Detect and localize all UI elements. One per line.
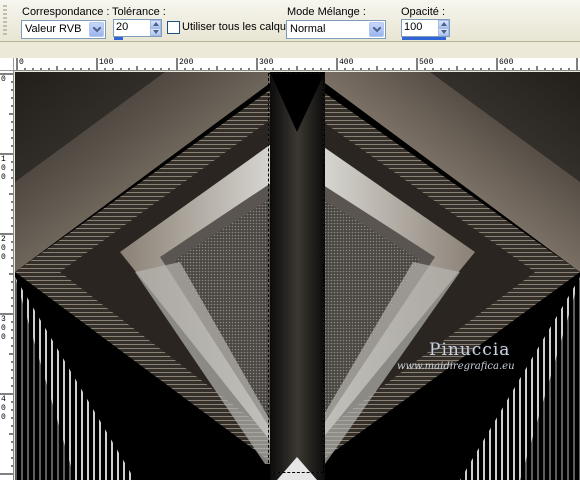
opacity-label: Opacité : — [401, 6, 446, 18]
selection-marquee[interactable] — [268, 73, 324, 473]
ruler-label: 500 — [419, 58, 434, 67]
tolerance-spinbox[interactable]: 20 — [113, 19, 162, 40]
correspondance-select[interactable]: Valeur RVB — [21, 20, 106, 39]
ruler-label: 100 — [99, 58, 114, 67]
all-layers-checkbox[interactable] — [167, 21, 180, 34]
watermark-url: www.maidiregrafica.eu — [397, 361, 515, 372]
correspondance-value: Valeur RVB — [25, 23, 82, 35]
horizontal-ruler: 0 100 200 300 400 500 600 — [14, 58, 580, 71]
tolerance-slider-fill[interactable] — [114, 37, 124, 40]
spin-up-icon[interactable] — [438, 20, 449, 28]
options-toolbar: Correspondance : Valeur RVB Tolérance : … — [0, 0, 580, 42]
vertical-ruler: 0100200300400 — [0, 71, 14, 480]
chevron-down-icon[interactable] — [89, 22, 104, 37]
all-layers-label: Utiliser tous les calques — [182, 21, 298, 33]
chevron-down-icon[interactable] — [369, 22, 384, 37]
ruler-label: 0 — [19, 58, 24, 67]
blend-mode-value: Normal — [290, 23, 326, 35]
ruler-label: 200 — [179, 58, 194, 67]
opacity-slider-fill[interactable] — [402, 37, 446, 40]
ruler-label: 300 — [259, 58, 274, 67]
blend-mode-select[interactable]: Normal — [286, 20, 386, 39]
blend-mode-label: Mode Mélange : — [287, 6, 366, 18]
toolbar-grip[interactable] — [3, 5, 7, 37]
correspondance-label: Correspondance : — [22, 6, 110, 18]
ruler-corner — [0, 58, 14, 71]
ruler-label: 400 — [339, 58, 354, 67]
watermark-signature: Pinuccia — [429, 340, 511, 360]
opacity-spinbox[interactable]: 100 — [401, 19, 450, 40]
spin-up-icon[interactable] — [150, 20, 161, 28]
ruler-label: 600 — [499, 58, 514, 67]
spin-down-icon[interactable] — [438, 28, 449, 36]
tolerance-label: Tolérance : — [112, 6, 166, 18]
tolerance-value: 20 — [116, 21, 129, 33]
spin-down-icon[interactable] — [150, 28, 161, 36]
opacity-value: 100 — [404, 21, 423, 33]
